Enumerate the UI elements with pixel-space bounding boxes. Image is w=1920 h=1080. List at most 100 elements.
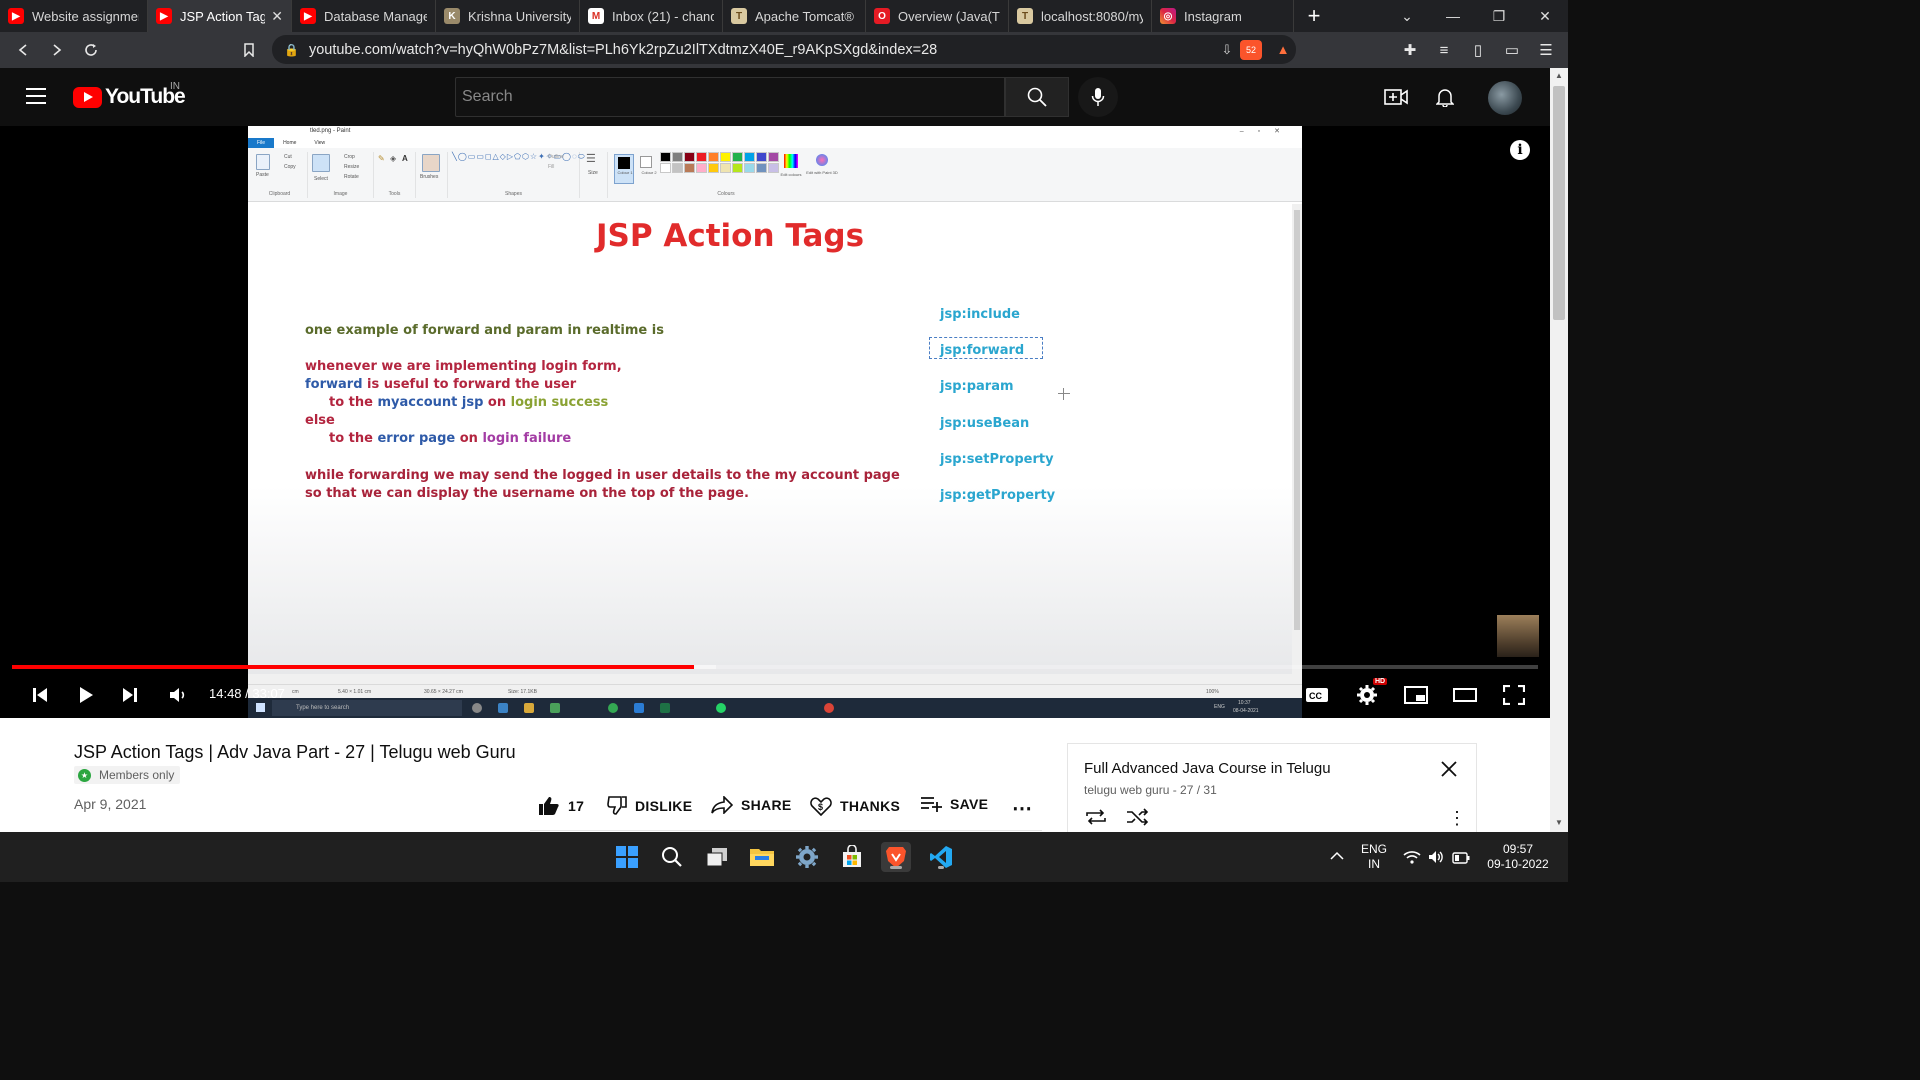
brave-browser-button[interactable] xyxy=(881,842,911,872)
file-explorer-button[interactable] xyxy=(747,842,777,872)
close-tab-icon[interactable]: ✕ xyxy=(271,8,283,25)
fullscreen-button[interactable] xyxy=(1501,680,1527,710)
install-icon[interactable]: ⇩ xyxy=(1214,42,1240,58)
save-button[interactable]: SAVE xyxy=(920,796,988,812)
hamburger-menu-icon[interactable] xyxy=(26,88,46,104)
browser-tab[interactable]: K Krishna University xyxy=(436,0,580,32)
tab-search-icon[interactable]: ⌄ xyxy=(1384,0,1430,32)
microsoft-store-button[interactable] xyxy=(837,842,867,872)
player-controls: 14:48 / 33:07 CC HD xyxy=(0,672,1550,718)
browser-tab[interactable]: O Overview (Java(TM) xyxy=(866,0,1009,32)
browser-tab[interactable]: M Inbox (21) - chandu xyxy=(580,0,723,32)
like-count: 17 xyxy=(568,798,585,814)
share-button[interactable]: SHARE xyxy=(711,796,792,814)
like-button[interactable]: 17 xyxy=(538,796,584,816)
shuffle-playlist-icon[interactable] xyxy=(1126,808,1150,831)
next-button[interactable] xyxy=(118,680,142,710)
progress-bar[interactable] xyxy=(12,665,1538,669)
minimize-icon[interactable]: — xyxy=(1430,0,1476,32)
youtube-logo[interactable]: YouTube IN xyxy=(73,81,186,109)
windows-start-button[interactable] xyxy=(612,842,642,872)
tray-overflow-icon[interactable] xyxy=(1330,848,1344,866)
slide-text-line: to the error page on login failure xyxy=(329,431,572,446)
browser-tab-active[interactable]: ▶ JSP Action Tags ✕ xyxy=(148,0,292,32)
vscode-button[interactable] xyxy=(926,842,956,872)
playlist-subtitle: telugu web guru - 27 / 31 xyxy=(1084,783,1217,797)
scroll-down-icon[interactable]: ▼ xyxy=(1555,818,1563,827)
menu-icon[interactable]: ☰ xyxy=(1534,41,1558,59)
browser-tab[interactable]: ▶ Database Managem xyxy=(292,0,436,32)
sidebar-icon[interactable]: ▯ xyxy=(1466,41,1490,59)
browser-tab[interactable]: T localhost:8080/myp xyxy=(1009,0,1152,32)
page-scrollbar[interactable]: ▲ ▼ xyxy=(1550,68,1568,832)
colour-swatch xyxy=(684,163,695,173)
search-button[interactable] xyxy=(1005,77,1069,117)
theater-mode-button[interactable] xyxy=(1452,680,1478,710)
youtube-icon: ▶ xyxy=(300,8,316,24)
settings-app-button[interactable] xyxy=(792,842,822,872)
save-label: SAVE xyxy=(950,796,989,812)
user-avatar[interactable] xyxy=(1488,81,1522,115)
task-view-button[interactable] xyxy=(702,842,732,872)
playlist-title[interactable]: Full Advanced Java Course in Telugu xyxy=(1084,760,1331,777)
battery-icon[interactable] xyxy=(1452,851,1470,869)
notifications-bell-icon[interactable] xyxy=(1432,85,1458,109)
close-window-icon[interactable]: ✕ xyxy=(1522,0,1568,32)
system-clock[interactable]: 09:57 09-10-2022 xyxy=(1480,842,1556,872)
browser-tab[interactable]: ▶ Website assignmen xyxy=(0,0,148,32)
bookmark-icon[interactable] xyxy=(232,33,266,67)
group-label: Image xyxy=(333,191,348,197)
play-button[interactable] xyxy=(74,680,98,710)
colour-swatch xyxy=(756,152,767,162)
subtitles-button[interactable]: CC xyxy=(1304,680,1330,710)
scroll-up-icon[interactable]: ▲ xyxy=(1555,71,1563,80)
brave-rewards-icon[interactable]: ▲ xyxy=(1270,42,1296,57)
voice-search-button[interactable] xyxy=(1078,77,1118,117)
svg-text:CC: CC xyxy=(1309,691,1322,701)
wallet-icon[interactable]: ▭ xyxy=(1500,41,1524,59)
create-video-icon[interactable] xyxy=(1383,85,1409,109)
extensions-icon[interactable]: ✚ xyxy=(1398,41,1422,59)
clock-date: 09-10-2022 xyxy=(1487,857,1549,871)
dislike-button[interactable]: DISLIKE xyxy=(607,796,692,816)
playlist-more-icon[interactable]: ⋮ xyxy=(1448,808,1466,829)
close-playlist-icon[interactable] xyxy=(1440,760,1458,783)
brushes-label: Brushes xyxy=(420,174,439,180)
ribbon-group-brushes: Brushes xyxy=(416,152,448,198)
creator-webcam-thumbnail xyxy=(1497,615,1539,657)
colour-swatch xyxy=(696,152,707,162)
brave-shield-icon[interactable]: 52 xyxy=(1240,39,1262,60)
miniplayer-button[interactable] xyxy=(1403,680,1429,710)
thanks-button[interactable]: $ THANKS xyxy=(810,796,900,816)
new-tab-button[interactable]: + xyxy=(1294,3,1334,29)
youtube-play-icon xyxy=(73,86,102,108)
gear-icon xyxy=(1357,685,1377,705)
forward-icon[interactable] xyxy=(40,33,74,67)
input-language[interactable]: ENG IN xyxy=(1356,842,1392,872)
reload-icon[interactable] xyxy=(74,33,108,67)
lock-icon[interactable]: 🔒 xyxy=(284,43,299,57)
mute-button[interactable] xyxy=(166,680,190,710)
browser-tab[interactable]: ◎ Instagram xyxy=(1152,0,1294,32)
loop-playlist-icon[interactable] xyxy=(1084,808,1108,831)
taskbar-search-button[interactable] xyxy=(657,842,687,872)
previous-button[interactable] xyxy=(28,680,52,710)
played-bar xyxy=(12,665,695,669)
info-icon[interactable]: i xyxy=(1510,140,1530,160)
colour1-label: Colour 1 xyxy=(617,170,633,175)
video-player[interactable]: tled.png - Paint –▫✕ File Home View Past… xyxy=(0,126,1550,718)
scrollbar-thumb[interactable] xyxy=(1553,86,1565,320)
address-bar[interactable]: 🔒 youtube.com/watch?v=hyQhW0bPz7M&list=P… xyxy=(272,35,1296,64)
crop-label: Crop xyxy=(344,154,355,160)
browser-tab-strip: ▶ Website assignmen ▶ JSP Action Tags ✕ … xyxy=(0,0,1568,32)
copy-label: Copy xyxy=(284,164,296,170)
restore-icon[interactable]: ❐ xyxy=(1476,0,1522,32)
media-queue-icon[interactable]: ≡ xyxy=(1432,42,1456,59)
back-icon[interactable] xyxy=(6,33,40,67)
wifi-icon[interactable] xyxy=(1403,850,1421,869)
more-actions-button[interactable]: ⋯ xyxy=(1012,796,1032,821)
search-icon xyxy=(1027,87,1047,107)
speaker-icon[interactable] xyxy=(1428,850,1444,869)
search-input[interactable]: Search xyxy=(455,77,1005,117)
browser-tab[interactable]: T Apache Tomcat® - xyxy=(723,0,866,32)
